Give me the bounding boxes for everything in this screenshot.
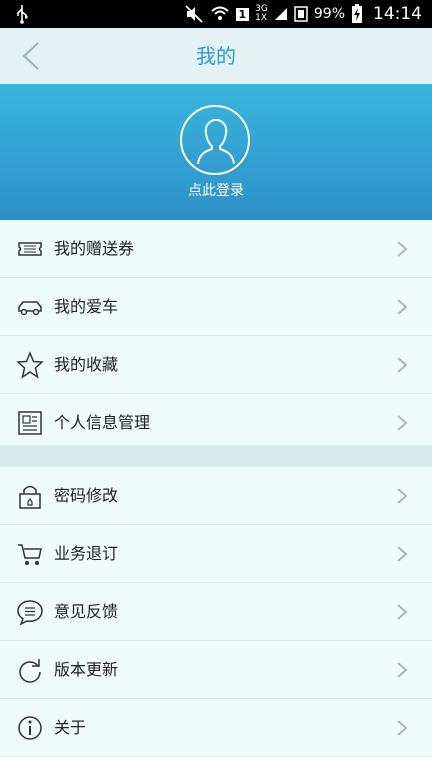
signal-icon bbox=[274, 8, 287, 20]
top-nav-bar: 我的 bbox=[0, 28, 432, 85]
chevron-right-icon bbox=[397, 546, 408, 562]
car-icon bbox=[18, 301, 42, 316]
chevron-right-icon bbox=[397, 357, 408, 373]
lock-icon bbox=[19, 485, 41, 509]
clock: 14:14 bbox=[373, 4, 422, 24]
menu-item-label: 版本更新 bbox=[54, 660, 119, 679]
mute-icon bbox=[184, 5, 203, 23]
user-silhouette-icon bbox=[197, 119, 235, 165]
battery-charging-icon bbox=[352, 4, 362, 23]
chevron-right-icon bbox=[397, 604, 408, 620]
menu-item-gift-vouchers[interactable]: 我的赠送券 bbox=[0, 220, 432, 278]
menu-item-label: 我的爱车 bbox=[54, 297, 119, 316]
chevron-right-icon bbox=[397, 488, 408, 504]
menu-item-label: 我的收藏 bbox=[54, 355, 119, 374]
usb-icon bbox=[17, 5, 28, 24]
avatar[interactable] bbox=[180, 105, 250, 175]
profile-banner[interactable]: 点此登录 bbox=[0, 84, 432, 220]
chevron-right-icon bbox=[397, 720, 408, 736]
menu-item-profile-info[interactable]: 个人信息管理 bbox=[0, 394, 432, 452]
chevron-right-icon bbox=[397, 415, 408, 431]
menu-group-1: 我的赠送券 我的爱车 我的收藏 个人信息管理 bbox=[0, 220, 432, 452]
menu-item-about[interactable]: 关于 bbox=[0, 699, 432, 757]
battery-percent: 99% bbox=[313, 6, 345, 22]
menu-item-label: 关于 bbox=[54, 718, 87, 737]
menu-item-label: 我的赠送券 bbox=[54, 239, 135, 258]
speech-bubble-icon bbox=[17, 600, 43, 626]
menu-item-favorites[interactable]: 我的收藏 bbox=[0, 336, 432, 394]
menu-item-label: 个人信息管理 bbox=[54, 413, 151, 432]
network-type-secondary: 1X bbox=[255, 13, 268, 23]
menu-item-label: 密码修改 bbox=[54, 486, 119, 505]
refresh-icon bbox=[19, 659, 41, 683]
menu-item-version-update[interactable]: 版本更新 bbox=[0, 641, 432, 699]
cart-icon bbox=[18, 544, 42, 565]
chevron-right-icon bbox=[397, 299, 408, 315]
login-link[interactable]: 点此登录 bbox=[0, 180, 432, 200]
sdcard-icon bbox=[294, 6, 308, 22]
menu-item-change-password[interactable]: 密码修改 bbox=[0, 467, 432, 525]
menu-item-my-car[interactable]: 我的爱车 bbox=[0, 278, 432, 336]
chevron-right-icon bbox=[397, 662, 408, 678]
star-icon bbox=[16, 351, 44, 379]
page-title: 我的 bbox=[196, 44, 236, 68]
status-bar: 1 3G 1X 99% 14:14 bbox=[0, 0, 432, 28]
info-icon bbox=[18, 716, 42, 740]
ticket-icon bbox=[18, 242, 42, 256]
network-type: 3G 1X bbox=[255, 5, 268, 23]
menu-group-2: 密码修改 业务退订 意见反馈 版本更新 关于 bbox=[0, 467, 432, 757]
newspaper-icon bbox=[18, 411, 42, 435]
menu-item-unsubscribe[interactable]: 业务退订 bbox=[0, 525, 432, 583]
menu-item-label: 意见反馈 bbox=[54, 602, 119, 621]
menu-item-label: 业务退订 bbox=[54, 544, 119, 563]
sim-indicator: 1 bbox=[235, 7, 250, 21]
wifi-icon bbox=[210, 6, 229, 20]
section-divider bbox=[0, 445, 432, 467]
chevron-right-icon bbox=[397, 241, 408, 257]
menu-item-feedback[interactable]: 意见反馈 bbox=[0, 583, 432, 641]
